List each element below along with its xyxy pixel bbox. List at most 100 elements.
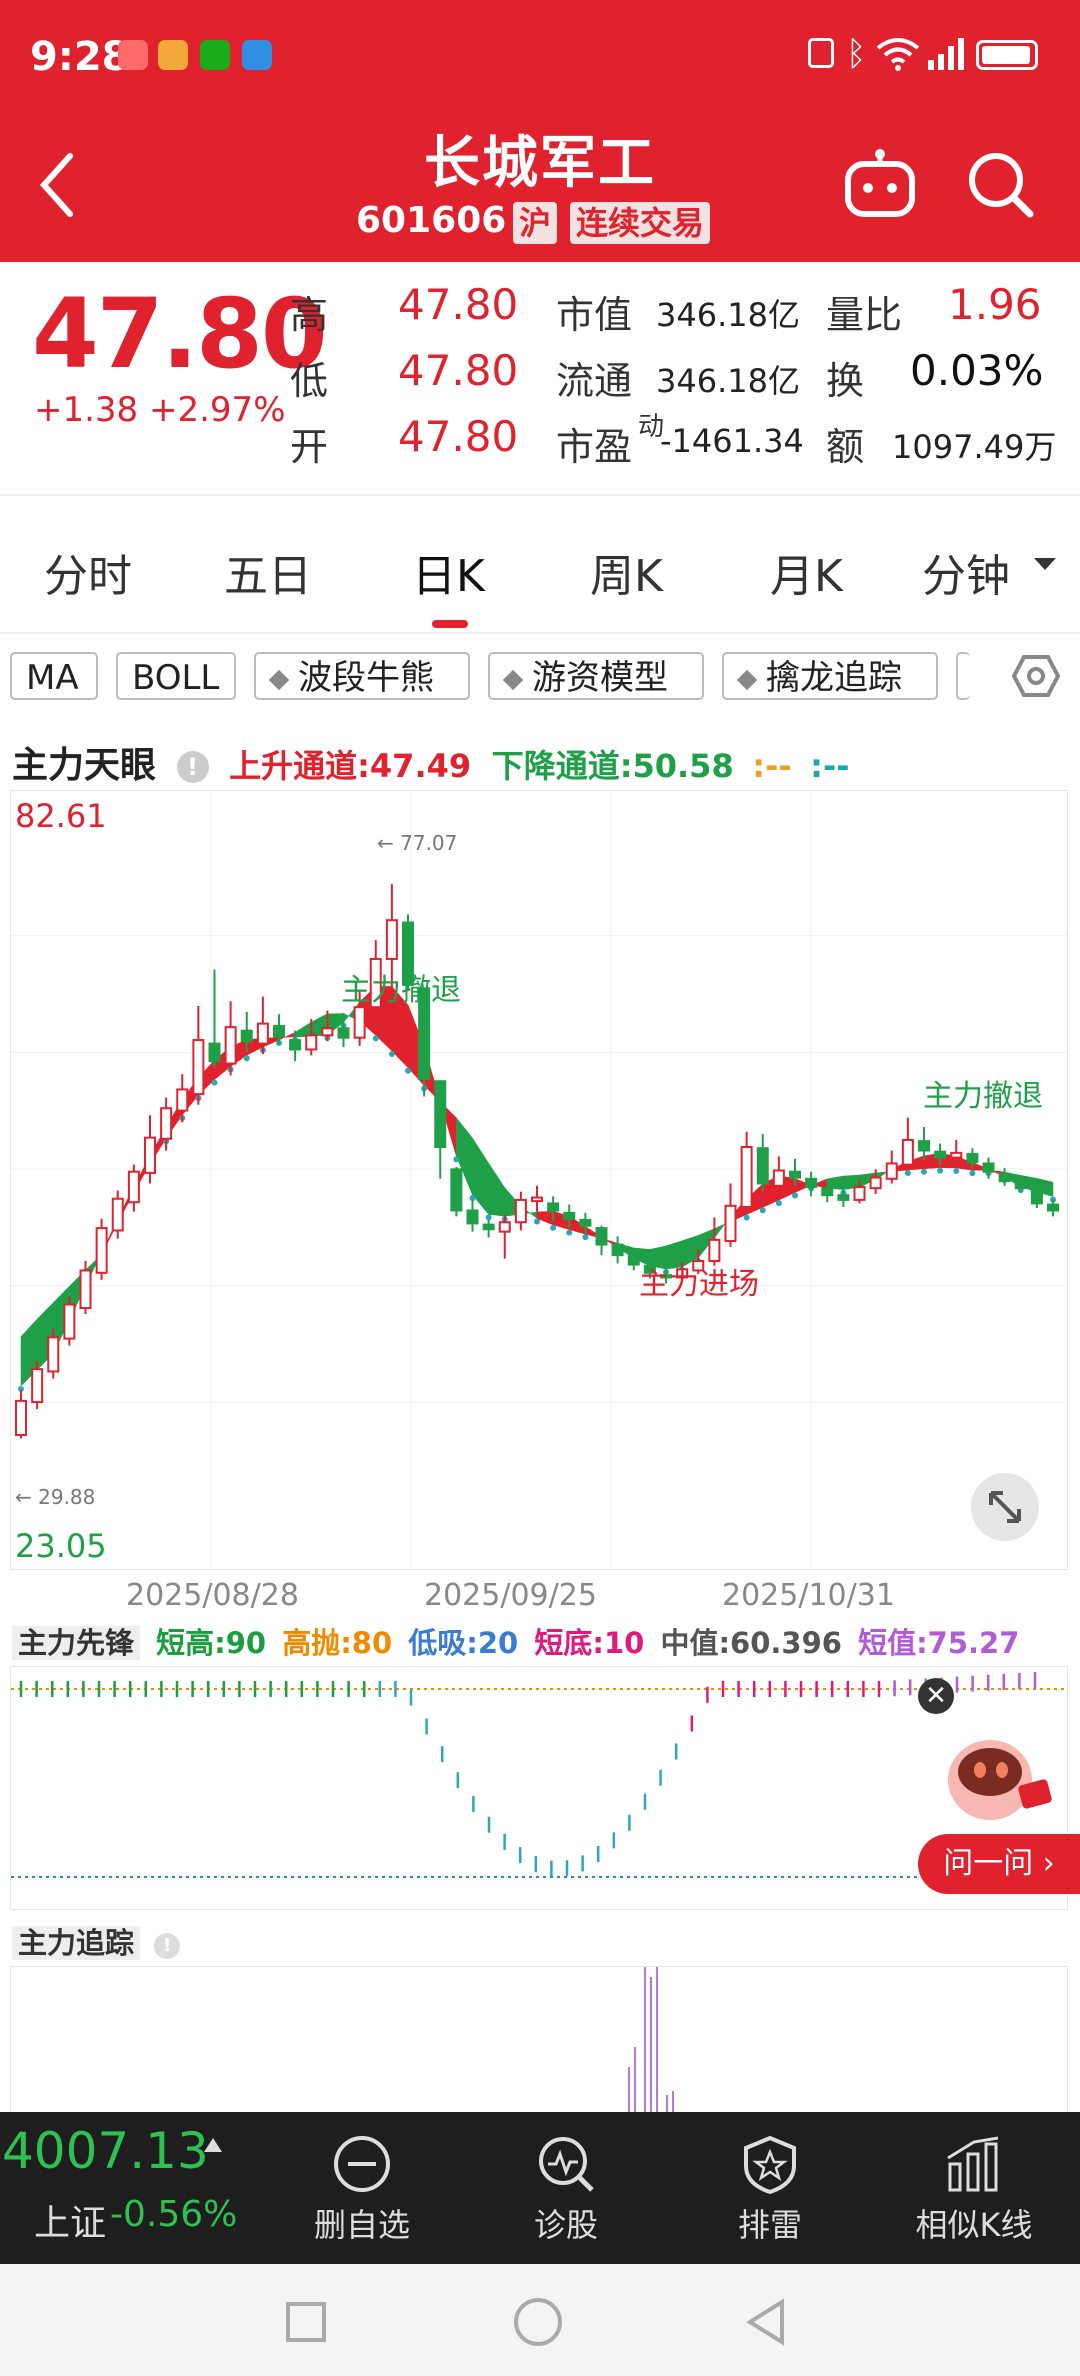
diagnose-icon [539,2137,594,2192]
candle-body [611,1243,624,1257]
tab-intraday[interactable]: 分时 [44,540,132,604]
candle-body [224,1026,237,1065]
up-triangle-icon [204,2138,222,2152]
minus-circle-icon [334,2136,390,2192]
turnover-value: 0.03% [910,346,1044,395]
indicator-item: 短值:75.27 [858,1626,1020,1660]
support-dot [792,1192,798,1199]
support-dot [921,1168,927,1175]
candle-body [918,1140,930,1152]
similar-kline-button[interactable]: 相似K线 [874,2130,1074,2250]
open-label: 开 [290,425,329,469]
tab-five-day[interactable]: 五日 [224,540,312,604]
expand-icon[interactable] [971,1473,1039,1541]
sub-indicator-2-chart[interactable] [10,1966,1068,2117]
main-indicator-bar: 主力天眼 ! 上升通道:47.49 下降通道:50.58 :-- :-- [12,736,850,788]
stock-title: 长城军工 [424,131,656,196]
candle-body [15,1399,27,1436]
candle-body [901,1138,914,1166]
up-channel-value: 上升通道:47.49 [229,747,472,785]
turnover-label: 换 [826,359,865,403]
candle-body [160,1107,173,1140]
shield-star-icon [744,2135,796,2194]
ai-mascot-icon[interactable] [928,1720,1058,1840]
support-dot [485,1214,492,1221]
kline-chart[interactable]: 82.61 23.05 ← 77.07 ← 29.88 主力撤退 主力进场 主力… [10,790,1068,1570]
tab-weekly-k[interactable]: 周K [590,540,663,604]
tab-daily-k[interactable]: 日K [412,540,485,604]
boll-chip[interactable]: BOLL [116,652,236,700]
diagnose-button[interactable]: 诊股 [466,2130,666,2250]
system-nav-bar [0,2264,1080,2376]
candle-body [305,1034,318,1051]
volume-ratio-label: 量比 [826,293,903,337]
status-time: 9:28 [30,34,130,80]
candle-body [482,1223,495,1231]
candle-body [1030,1189,1043,1205]
indicator-item: 低吸:20 [408,1626,519,1660]
info-icon[interactable]: ! [154,1933,181,1959]
robot-assistant-icon[interactable] [842,146,918,222]
volume-ratio-value: 1.96 [948,280,1042,329]
sub-indicator-2-name: 主力追踪 [12,1926,141,1960]
remove-watchlist-button[interactable]: 删自选 [262,2130,462,2250]
tab-monthly-k[interactable]: 月K [770,540,843,604]
price-change: +1.38 +2.97% [34,390,286,430]
candle-body [337,1027,350,1039]
support-dot [566,1229,573,1236]
diamond-icon [502,669,524,690]
band-bull-bear-chip[interactable]: 波段牛熊 [254,652,470,700]
candle-body [289,1039,302,1051]
exchange-badge: 沪 [513,202,558,244]
amount-value: 1097.49万 [892,428,1057,466]
tab-minute[interactable]: 分钟 [922,540,1010,604]
x-tick-label: 2025/10/31 [722,1578,895,1613]
candle-body [111,1197,124,1232]
candle-body [273,1024,285,1038]
candle-body [450,1168,463,1212]
index-value[interactable]: 4007.13 [2,2122,209,2180]
recent-apps-button[interactable] [286,2302,326,2342]
candle-body [63,1303,76,1340]
close-icon[interactable]: ✕ [918,1678,954,1714]
sub-indicator-bar: 主力先锋 短高:90 高抛:80 低吸:20 短底:10 中值:60.396 短… [12,1620,1019,1662]
candle-body [192,1039,205,1096]
ask-button[interactable]: 问一问 › [918,1834,1080,1894]
sub-indicator-chart[interactable] [10,1666,1068,1910]
chevron-down-icon[interactable] [1034,558,1056,570]
candle-body [321,1027,334,1037]
candle-body [127,1170,140,1204]
annotation-retreat: 主力撤退 [341,973,461,1008]
volume-spikes [628,1967,674,2117]
candle-body [982,1162,995,1173]
info-icon[interactable]: ! [176,751,209,783]
home-button[interactable] [514,2298,562,2346]
candle-body [627,1255,640,1266]
settings-hexagon-icon[interactable] [1012,654,1060,698]
support-dot [937,1167,944,1174]
candle-body [498,1221,511,1233]
support-dot [743,1214,750,1221]
ma-chip[interactable]: MA [10,652,98,700]
remove-watchlist-label: 删自选 [313,2206,410,2244]
indicator-item: 短底:10 [534,1626,645,1660]
candle-body [821,1187,834,1197]
candle-body [563,1211,576,1220]
candle-body [789,1170,801,1179]
candle-body [885,1162,898,1180]
back-nav-icon[interactable] [744,2298,788,2346]
candle-body [740,1146,753,1208]
stock-code: 601606 [356,200,507,241]
candle-body [837,1194,850,1201]
risk-scan-button[interactable]: 排雷 [670,2130,870,2250]
y-min-label: 23.05 [15,1527,107,1565]
battery-icon [976,40,1038,70]
hot-money-model-chip[interactable]: 游资模型 [488,652,704,700]
dragon-tracking-chip[interactable]: 擒龙追踪 [722,652,938,700]
search-icon[interactable] [964,148,1036,220]
x-tick-label: 2025/09/25 [424,1578,597,1613]
more-chip[interactable] [956,652,970,700]
market-cap-label: 市值 [556,293,633,337]
high-price-marker: ← 77.07 [377,831,458,855]
y-max-label: 82.61 [15,797,107,835]
